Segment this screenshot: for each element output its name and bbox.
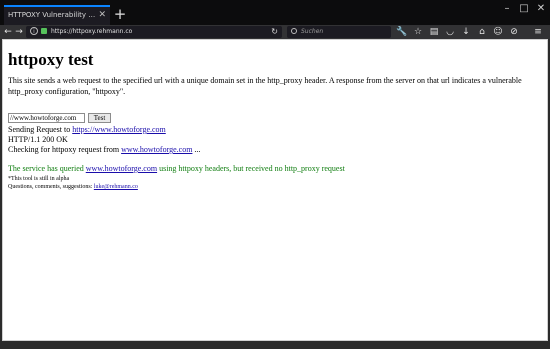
lock-icon[interactable] bbox=[41, 28, 47, 34]
url-input[interactable] bbox=[8, 113, 85, 123]
star-icon[interactable]: ☆ bbox=[411, 25, 425, 39]
forward-arrow-icon[interactable]: → bbox=[13, 25, 25, 39]
sending-prefix: Sending Request to bbox=[8, 125, 71, 134]
maximize-icon[interactable]: □ bbox=[515, 2, 533, 16]
close-icon[interactable]: ✕ bbox=[98, 7, 106, 24]
info-icon[interactable]: i bbox=[30, 27, 38, 35]
result-suffix: using httpoxy headers, but received no h… bbox=[159, 164, 345, 173]
result-line: The service has queried www.howtoforge.c… bbox=[8, 164, 345, 174]
intro-paragraph: This site sends a web request to the spe… bbox=[8, 76, 522, 96]
pocket-icon[interactable]: ◡ bbox=[443, 25, 457, 39]
search-icon bbox=[291, 28, 297, 34]
alpha-note: *This tool is still in alpha bbox=[8, 176, 70, 182]
checking-line: Checking for httpoxy request from www.ho… bbox=[8, 145, 200, 155]
browser-tab[interactable]: HTTPOXY Vulnerability Checki... ✕ bbox=[4, 5, 110, 25]
web-content: httpoxy test This site sends a web reque… bbox=[2, 39, 548, 341]
result-link[interactable]: www.howtoforge.com bbox=[86, 164, 157, 173]
contact-prefix: Questions, comments, suggestions: bbox=[8, 184, 93, 190]
wrench-icon[interactable]: 🔧 bbox=[395, 25, 409, 39]
search-placeholder[interactable]: Suchen bbox=[301, 26, 323, 38]
address-bar[interactable]: i https://httpoxy.rehmann.co ↻ bbox=[26, 26, 282, 38]
extension-icon[interactable]: ⊘ bbox=[507, 25, 521, 39]
result-prefix: The service has queried bbox=[8, 164, 84, 173]
status-line: HTTP/1.1 200 OK bbox=[8, 135, 68, 144]
test-button[interactable]: Test bbox=[88, 113, 111, 123]
tab-title: HTTPOXY Vulnerability Checki... bbox=[8, 11, 96, 19]
new-tab-button[interactable]: + bbox=[111, 6, 129, 24]
page-title: httpoxy test bbox=[8, 50, 94, 69]
reload-icon[interactable]: ↻ bbox=[271, 26, 278, 38]
checking-link[interactable]: www.howtoforge.com bbox=[121, 145, 192, 154]
checking-suffix: ... bbox=[194, 145, 201, 154]
plus-icon: + bbox=[113, 5, 127, 23]
search-bar[interactable]: Suchen bbox=[287, 26, 391, 38]
contact-email-link[interactable]: luke@rehmann.co bbox=[94, 184, 138, 190]
smiley-icon[interactable]: ☺ bbox=[491, 25, 505, 39]
window-close-icon[interactable]: ✕ bbox=[532, 2, 550, 16]
sending-line: Sending Request to https://www.howtoforg… bbox=[8, 125, 166, 135]
url-text[interactable]: https://httpoxy.rehmann.co bbox=[51, 26, 132, 38]
download-icon[interactable]: ↓ bbox=[459, 25, 473, 39]
sending-link[interactable]: https://www.howtoforge.com bbox=[72, 125, 166, 134]
tab-strip: HTTPOXY Vulnerability Checki... ✕ + – □ … bbox=[0, 0, 550, 25]
navigation-toolbar: ← → i https://httpoxy.rehmann.co ↻ Suche… bbox=[0, 25, 550, 39]
contact-line: Questions, comments, suggestions: luke@r… bbox=[8, 183, 138, 191]
home-icon[interactable]: ⌂ bbox=[475, 25, 489, 39]
clipboard-icon[interactable]: ▤ bbox=[427, 25, 441, 39]
menu-icon[interactable]: ≡ bbox=[531, 25, 545, 39]
minimize-icon[interactable]: – bbox=[498, 2, 516, 16]
checking-prefix: Checking for httpoxy request from bbox=[8, 145, 120, 154]
